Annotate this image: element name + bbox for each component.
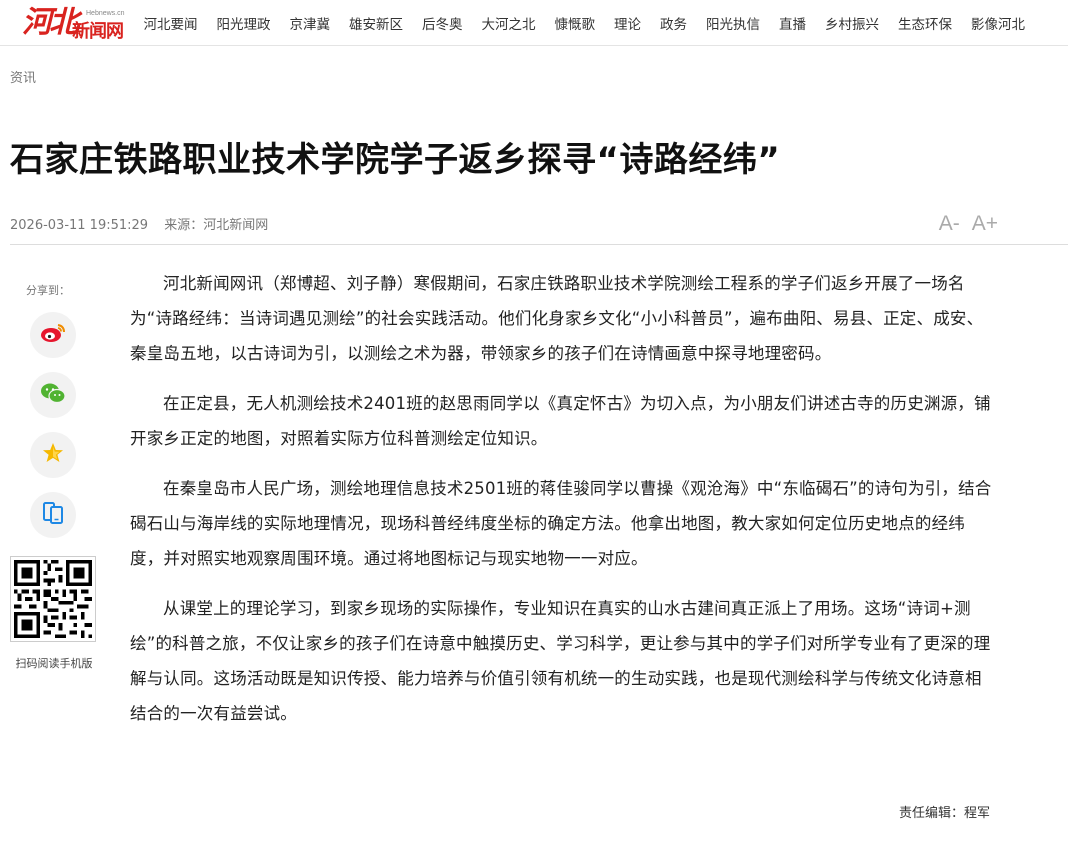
article-meta: 2026-03-11 19:51:29 来源：河北新闻网 [10, 214, 280, 233]
share-weibo-button[interactable] [30, 312, 76, 358]
logo-domain: Hebnews.cn [86, 10, 125, 17]
nav-item-theory[interactable]: 理论 [605, 13, 651, 33]
article-paragraph: 在正定县，无人机测绘技术2401班的赵思雨同学以《真定怀古》为切入点，为小朋友们… [130, 394, 991, 448]
font-size-controls: A- A+ [927, 212, 998, 236]
logo-mark: 河北 [22, 5, 79, 40]
main-nav: 河北要闻 阳光理政 京津冀 雄安新区 后冬奥 大河之北 慷慨歌 理论 政务 阳光… [134, 0, 1035, 46]
nav-item-images[interactable]: 影像河北 [962, 13, 1035, 33]
nav-item-rural-revitalization[interactable]: 乡村振兴 [816, 13, 889, 33]
qzone-star-icon [42, 442, 64, 468]
article-datetime: 2026-03-11 19:51:29 [10, 218, 149, 233]
site-logo[interactable]: 河北 Hebnews.cn 新闻网 [22, 4, 130, 42]
font-decrease-button[interactable]: A- [939, 212, 960, 236]
share-mobile-button[interactable] [30, 492, 76, 538]
article-body: 河北新闻网讯（郑博超、刘子静）寒假期间，石家庄铁路职业技术学院测绘工程系的学子们… [130, 266, 992, 746]
article-paragraph: 在秦皇岛市人民广场，测绘地理信息技术2501班的蒋佳骏同学以曹操《观沧海》中“东… [130, 479, 992, 568]
article-title: 石家庄铁路职业技术学院学子返乡探寻“诗路经纬” [10, 140, 781, 180]
qr-label: 扫码阅读手机版 [15, 657, 93, 670]
responsible-editor: 责任编辑：程军 [898, 806, 990, 821]
share-label: 分享到： [26, 284, 70, 297]
article-paragraph: 河北新闻网讯（郑博超、刘子静）寒假期间，石家庄铁路职业技术学院测绘工程系的学子们… [130, 274, 984, 363]
share-panel: 分享到： 扫码阅读手机版 [10, 282, 98, 671]
logo-name: 新闻网 [72, 21, 124, 42]
share-wechat-button[interactable] [30, 372, 76, 418]
nav-item-hebei-news[interactable]: 河北要闻 [134, 13, 207, 33]
nav-item-sunshine-governance[interactable]: 阳光理政 [207, 13, 280, 33]
weibo-icon [40, 322, 66, 348]
nav-item-north-river[interactable]: 大河之北 [472, 13, 545, 33]
font-increase-button[interactable]: A+ [972, 212, 998, 236]
article-source: 来源：河北新闻网 [164, 218, 269, 233]
nav-item-live[interactable]: 直播 [770, 13, 816, 33]
nav-item-sunshine-letters[interactable]: 阳光执信 [697, 13, 770, 33]
nav-item-xiongan[interactable]: 雄安新区 [340, 13, 413, 33]
nav-item-government[interactable]: 政务 [651, 13, 697, 33]
breadcrumb[interactable]: 资讯 [10, 67, 36, 86]
nav-item-post-olympics[interactable]: 后冬奥 [413, 13, 473, 33]
nav-item-ecology[interactable]: 生态环保 [889, 13, 962, 33]
nav-item-kangkaige[interactable]: 慷慨歌 [545, 13, 605, 33]
mobile-icon [42, 501, 64, 529]
qr-code [10, 556, 96, 642]
wechat-icon [40, 382, 66, 408]
nav-item-jingjinji[interactable]: 京津冀 [280, 13, 340, 33]
article-paragraph: 从课堂上的理论学习，到家乡现场的实际操作，专业知识在真实的山水古建间真正派上了用… [130, 599, 991, 723]
top-nav-bar: 河北 Hebnews.cn 新闻网 河北要闻 阳光理政 京津冀 雄安新区 后冬奥… [0, 0, 1068, 46]
meta-divider [10, 244, 1068, 245]
share-qzone-button[interactable] [30, 432, 76, 478]
